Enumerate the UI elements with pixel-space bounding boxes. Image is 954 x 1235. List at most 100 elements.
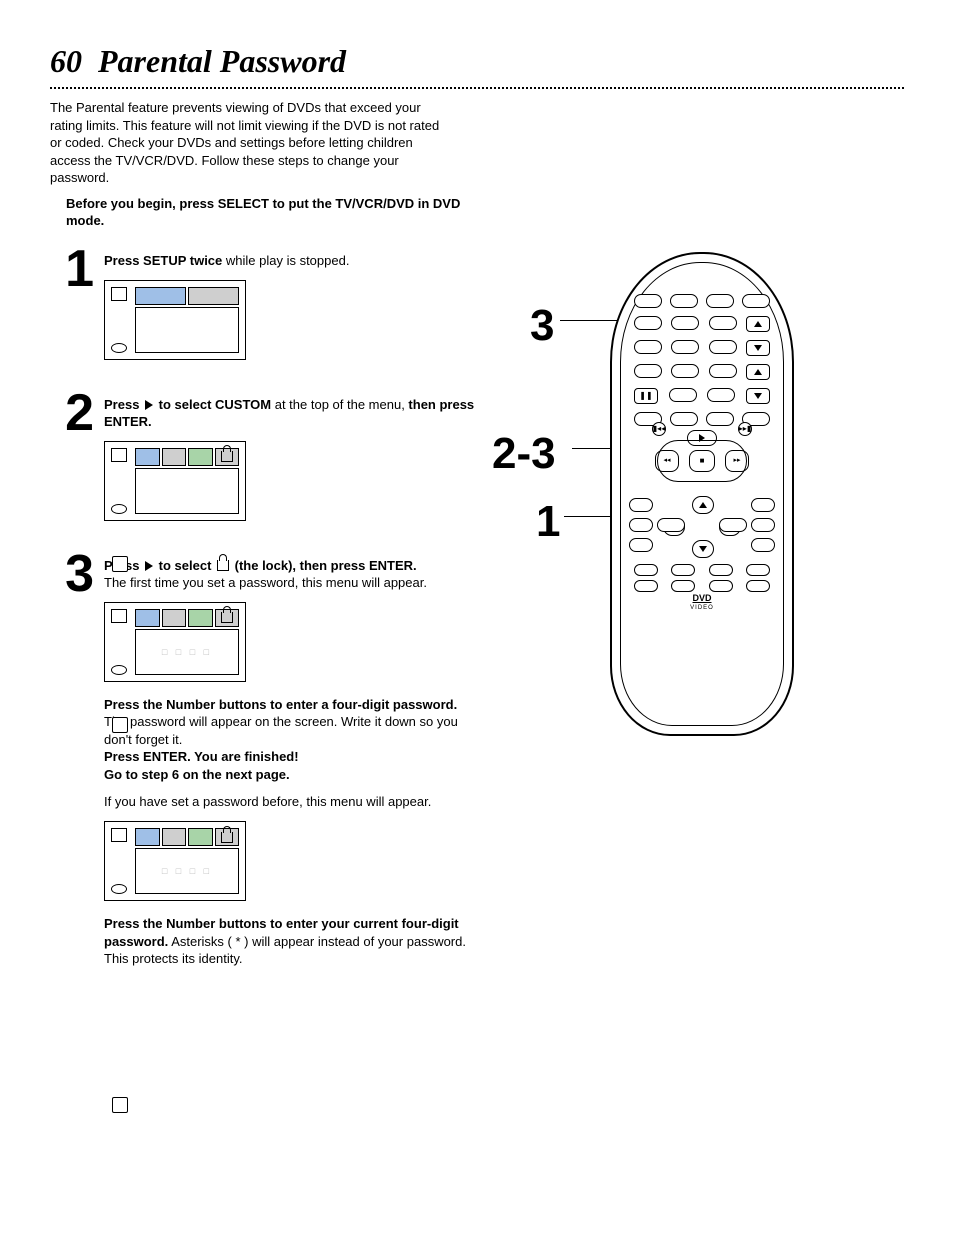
tab-1 — [135, 448, 160, 466]
dpad-down-button[interactable] — [692, 540, 714, 558]
remote-button[interactable] — [751, 518, 775, 532]
remote-button[interactable] — [671, 364, 699, 378]
dpad-icon — [112, 556, 128, 572]
dpad-icon — [112, 717, 128, 733]
enter-icon — [111, 884, 127, 894]
dpad-up-button[interactable] — [692, 496, 714, 514]
password-boxes: □ □ □ □ — [162, 646, 212, 658]
password-panel: □ □ □ □ — [135, 848, 239, 894]
eject-up-button[interactable] — [746, 316, 770, 332]
remote-button[interactable] — [709, 316, 737, 330]
remote-button[interactable] — [709, 340, 737, 354]
title-rule — [50, 87, 904, 89]
remote-button[interactable] — [634, 294, 662, 308]
remote-button[interactable] — [709, 564, 733, 576]
callout-3: 3 — [530, 296, 554, 355]
remote-button[interactable] — [629, 518, 653, 532]
remote-button[interactable] — [751, 538, 775, 552]
remote-button[interactable] — [657, 518, 685, 532]
remote-button[interactable] — [669, 388, 697, 402]
remote-button[interactable] — [709, 580, 733, 592]
right-arrow-icon — [145, 400, 153, 410]
title-text: Parental Password — [98, 43, 346, 79]
remote-button[interactable] — [634, 580, 658, 592]
callout-1: 1 — [536, 492, 560, 551]
remote-button[interactable] — [742, 294, 770, 308]
preface: Before you begin, press SELECT to put th… — [66, 195, 466, 230]
tab-2 — [188, 287, 239, 305]
step-2-c: at the top of the menu, — [271, 397, 408, 412]
remote-button[interactable] — [634, 316, 662, 330]
remote-button[interactable] — [671, 340, 699, 354]
step-3-c: (the lock), then press ENTER. — [231, 558, 417, 573]
remote-figure: 3 2-3 1 — [500, 252, 904, 736]
remote-button[interactable] — [746, 564, 770, 576]
tab-3 — [188, 828, 213, 846]
tab-2 — [162, 609, 187, 627]
tab-lock — [215, 828, 240, 846]
step-3-screen-b: □ □ □ □ — [104, 821, 246, 901]
step-3-e2: The password will appear on the screen. … — [104, 714, 458, 747]
step-3-e1: Press the Number buttons to enter a four… — [104, 697, 457, 712]
password-panel: □ □ □ □ — [135, 629, 239, 675]
tab-3 — [188, 448, 213, 466]
tab-1 — [135, 287, 186, 305]
enter-icon — [111, 343, 127, 353]
tab-2 — [162, 828, 187, 846]
stop-button[interactable]: ■ — [689, 450, 715, 472]
fast-forward-button[interactable]: ▸▸ — [725, 450, 749, 472]
chevron-down-icon — [699, 546, 707, 552]
step-1-rest: while play is stopped. — [222, 253, 349, 268]
step-3-e: Press the Number buttons to enter a four… — [104, 696, 480, 784]
remote-button[interactable] — [671, 316, 699, 330]
eject-down-button[interactable] — [746, 340, 770, 356]
eject-up-button[interactable] — [746, 364, 770, 380]
step-3-text: Press to select (the lock), then press E… — [104, 557, 480, 592]
step-2-screen — [104, 441, 246, 521]
remote-button[interactable] — [634, 364, 662, 378]
enter-icon — [111, 504, 127, 514]
enter-icon — [111, 665, 127, 675]
step-3-d: The first time you set a password, this … — [104, 575, 427, 590]
callout-2-3: 2-3 — [492, 424, 556, 483]
remote-button[interactable] — [670, 294, 698, 308]
eject-down-button[interactable] — [746, 388, 770, 404]
rewind-button[interactable]: ◂◂ — [655, 450, 679, 472]
step-2-a: Press — [104, 397, 143, 412]
dvd-sublabel: VIDEO — [612, 604, 792, 612]
step-2: 2 Press to select CUSTOM at the top of t… — [50, 396, 480, 535]
page-number: 60 — [50, 43, 82, 79]
step-1: 1 Press SETUP twice while play is stoppe… — [50, 252, 480, 374]
tab-1 — [135, 828, 160, 846]
step-1-number: 1 — [50, 246, 94, 293]
remote-button[interactable] — [746, 580, 770, 592]
step-3-f: Press ENTER. You are finished! — [104, 749, 299, 764]
password-boxes: □ □ □ □ — [162, 865, 212, 877]
tab-lock — [215, 609, 240, 627]
intro-paragraph: The Parental feature prevents viewing of… — [50, 99, 450, 187]
step-3: 3 Press to select (the lock), then press… — [50, 557, 480, 978]
screen-panel — [135, 468, 239, 514]
remote-button-grid: ❚❚ — [634, 294, 770, 426]
play-button[interactable] — [687, 430, 717, 446]
remote-button[interactable] — [706, 294, 734, 308]
remote-button[interactable] — [629, 538, 653, 552]
remote-button[interactable] — [634, 564, 658, 576]
remote-button[interactable] — [671, 564, 695, 576]
remote-button[interactable] — [709, 364, 737, 378]
remote-button[interactable] — [671, 580, 695, 592]
remote-button[interactable] — [707, 388, 735, 402]
tab-3 — [188, 609, 213, 627]
remote-button[interactable] — [719, 518, 747, 532]
remote-body: ❚❚ ▮◂◂ ▸▸▮ — [610, 252, 794, 736]
tab-2 — [162, 448, 187, 466]
remote-button[interactable] — [634, 340, 662, 354]
dpad-icon — [112, 1097, 128, 1113]
step-3-h: If you have set a password before, this … — [104, 793, 480, 811]
remote-button[interactable] — [751, 498, 775, 512]
right-arrow-icon — [145, 561, 153, 571]
pause-button[interactable]: ❚❚ — [634, 388, 658, 404]
chevron-up-icon — [699, 502, 707, 508]
remote-button[interactable] — [629, 498, 653, 512]
step-2-text: Press to select CUSTOM at the top of the… — [104, 396, 480, 431]
